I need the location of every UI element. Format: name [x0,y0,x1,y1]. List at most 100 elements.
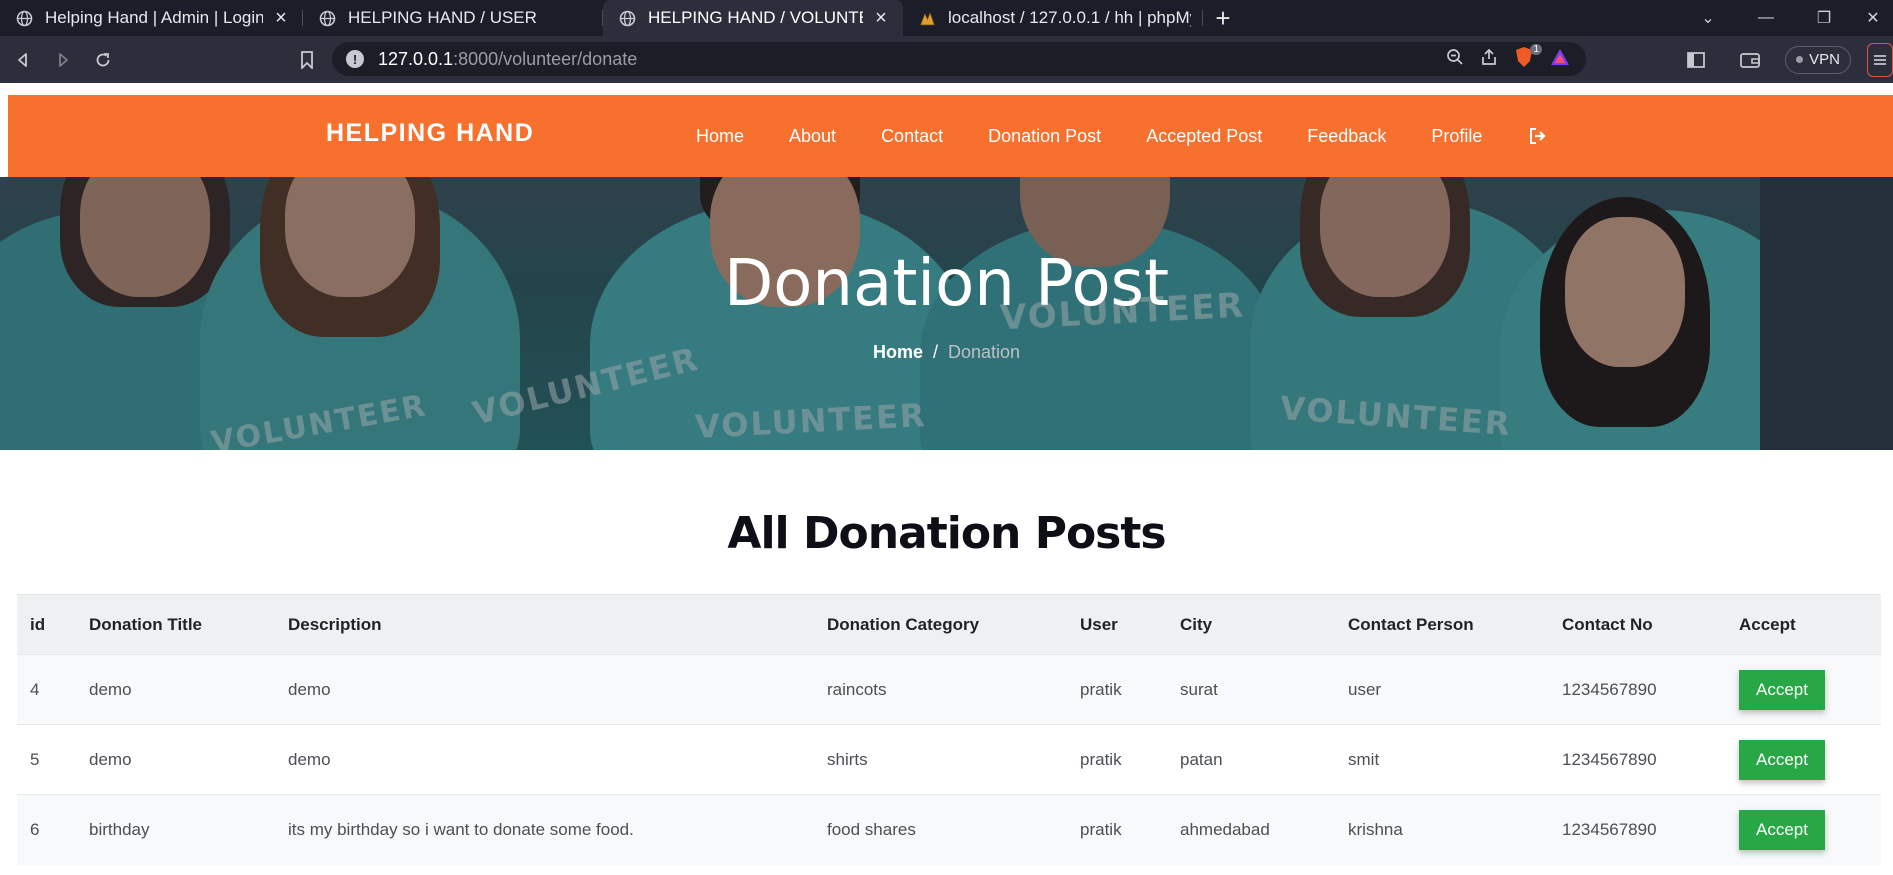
cell-contact-no: 1234567890 [1549,794,1726,865]
nav-feedback[interactable]: Feedback [1307,126,1386,147]
accept-button[interactable]: Accept [1739,809,1825,850]
nav-contact[interactable]: Contact [881,126,943,147]
cell-city: ahmedabad [1167,794,1335,865]
vpn-label: VPN [1809,51,1840,68]
column-header-contact-person: Contact Person [1335,594,1549,655]
toolbar-right: VPN [1673,36,1893,83]
wallet-icon[interactable] [1733,43,1767,77]
close-icon[interactable]: × [871,7,891,29]
column-header-city: City [1167,594,1335,655]
cell-id: 4 [17,654,76,725]
menu-icon[interactable] [1867,42,1893,77]
bookmark-icon[interactable] [290,43,324,77]
tab-title: Helping Hand | Admin | Login [45,8,263,27]
cell-user: pratik [1067,794,1167,865]
reload-icon[interactable] [86,43,120,77]
address-bar[interactable]: ! 127.0.0.1:8000/volunteer/donate 1 [332,42,1586,76]
table-header-row: id Donation Title Description Donation C… [17,594,1881,655]
cell-city: patan [1167,724,1335,795]
phpmyadmin-icon [919,10,936,27]
browser-tab-admin-login[interactable]: Helping Hand | Admin | Login × [0,0,303,36]
new-tab-button[interactable]: + [1203,0,1243,36]
cell-title: birthday [76,794,275,865]
restore-icon[interactable]: ❐ [1795,0,1853,36]
column-header-description: Description [275,594,814,655]
nav-profile[interactable]: Profile [1431,126,1482,147]
vpn-button[interactable]: VPN [1785,45,1851,74]
cell-user: pratik [1067,724,1167,795]
brave-shield-icon[interactable]: 1 [1514,43,1542,73]
tab-title: HELPING HAND / USER [348,8,537,27]
nav-accepted-post[interactable]: Accepted Post [1146,126,1262,147]
cell-accept: Accept [1726,654,1881,725]
window-controls: ⌄ — ❐ ✕ [1679,0,1893,36]
cell-accept: Accept [1726,724,1881,795]
browser-tab-phpmyadmin[interactable]: localhost / 127.0.0.1 / hh | phpMyAdm [903,0,1203,36]
nav-about[interactable]: About [789,126,836,147]
browser-tab-volunteer[interactable]: HELPING HAND / VOLUNTEER × [603,0,903,36]
table-row: 5 demo demo shirts pratik patan smit 123… [17,724,1881,795]
column-header-id: id [17,594,76,655]
cell-description: demo [275,654,814,725]
tab-title: localhost / 127.0.0.1 / hh | phpMyAdm [948,8,1191,27]
minimize-icon[interactable]: — [1737,0,1795,36]
column-header-user: User [1067,594,1167,655]
accept-button[interactable]: Accept [1739,669,1825,710]
tab-search-icon[interactable]: ⌄ [1679,0,1737,36]
donation-posts-table: id Donation Title Description Donation C… [17,594,1881,865]
site-navbar: HELPING HAND Home About Contact Donation… [8,95,1893,177]
nav-home[interactable]: Home [696,126,744,147]
cell-contact-no: 1234567890 [1549,724,1726,795]
back-icon[interactable] [6,43,40,77]
column-header-accept: Accept [1726,594,1881,655]
forward-icon[interactable] [46,43,80,77]
cell-title: demo [76,724,275,795]
column-header-title: Donation Title [76,594,275,655]
breadcrumb-home[interactable]: Home [873,342,923,362]
cell-category: food shares [814,794,1067,865]
cell-contact-person: user [1335,654,1549,725]
cell-contact-person: krishna [1335,794,1549,865]
logout-icon[interactable] [1527,125,1549,147]
browser-toolbar: ! 127.0.0.1:8000/volunteer/donate 1 VPN [0,36,1893,83]
hero-banner: VOLUNTEER VOLUNTEER VOLUNTEER VOLUNTEER … [0,177,1893,450]
site-brand[interactable]: HELPING HAND [326,119,534,148]
globe-icon [619,10,636,27]
globe-icon [319,10,336,27]
close-icon[interactable]: × [271,7,291,29]
cell-id: 6 [17,794,76,865]
nav-donation-post[interactable]: Donation Post [988,126,1101,147]
table-row: 4 demo demo raincots pratik surat user 1… [17,654,1881,725]
window-close-icon[interactable]: ✕ [1853,0,1893,36]
breadcrumb: Home / Donation [0,342,1893,363]
breadcrumb-current: Donation [947,342,1021,362]
page-title: Donation Post [723,247,1170,321]
cell-user: pratik [1067,654,1167,725]
cell-city: surat [1167,654,1335,725]
sidebar-icon[interactable] [1679,43,1713,77]
cell-contact-person: smit [1335,724,1549,795]
accept-button[interactable]: Accept [1739,739,1825,780]
column-header-category: Donation Category [814,594,1067,655]
site-info-icon[interactable]: ! [346,50,364,68]
breadcrumb-separator: / [932,342,938,362]
section-heading: All Donation Posts [727,508,1166,559]
cell-category: raincots [814,654,1067,725]
cell-accept: Accept [1726,794,1881,865]
shield-count: 1 [1530,43,1542,55]
browser-tab-user[interactable]: HELPING HAND / USER [303,0,603,36]
tab-title: HELPING HAND / VOLUNTEER [648,8,863,27]
brave-rewards-icon[interactable] [1550,48,1570,71]
column-header-contact-no: Contact No [1549,594,1726,655]
zoom-out-icon[interactable] [1446,48,1464,71]
share-icon[interactable] [1480,48,1498,71]
cell-title: demo [76,654,275,725]
cell-category: shirts [814,724,1067,795]
url-text: 127.0.0.1:8000/volunteer/donate [378,48,638,69]
site-menu: Home About Contact Donation Post Accepte… [696,95,1549,177]
table-row: 6 birthday its my birthday so i want to … [17,794,1881,865]
cell-description: demo [275,724,814,795]
cell-description: its my birthday so i want to donate some… [275,794,814,865]
cell-contact-no: 1234567890 [1549,654,1726,725]
browser-tab-bar: Helping Hand | Admin | Login × HELPING H… [0,0,1893,36]
